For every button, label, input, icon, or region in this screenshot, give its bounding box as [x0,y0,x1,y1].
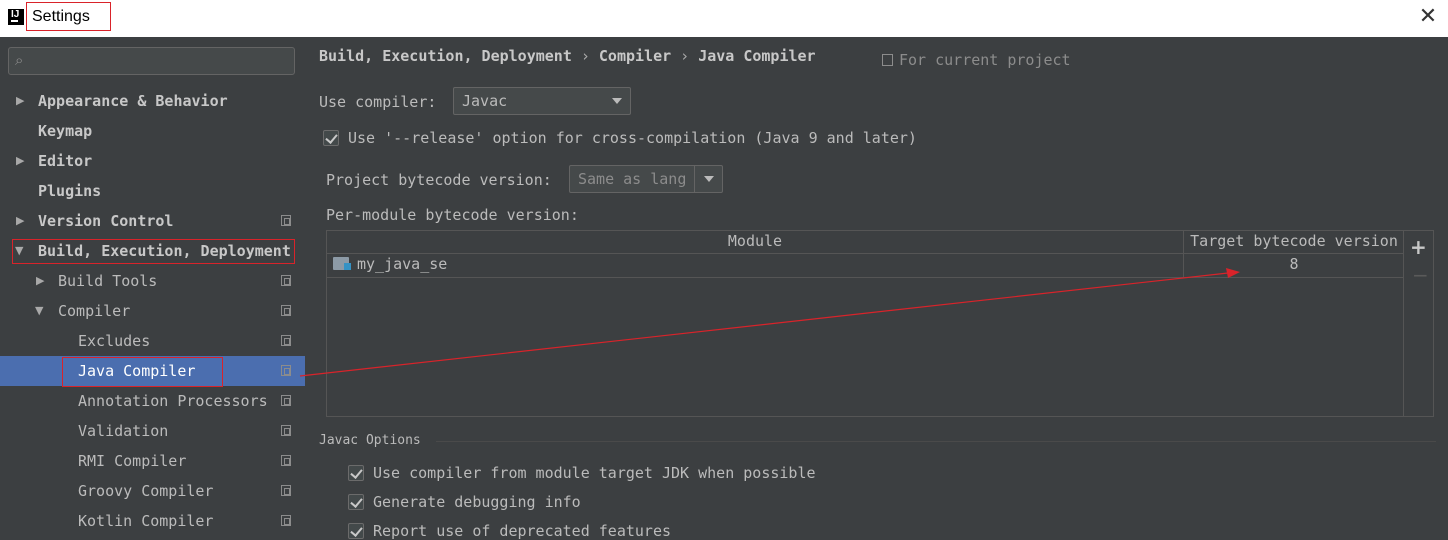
annotation-arrow-line [299,272,1229,377]
annotation-arrow [299,268,1240,377]
annotation-arrow-head [1226,268,1240,278]
